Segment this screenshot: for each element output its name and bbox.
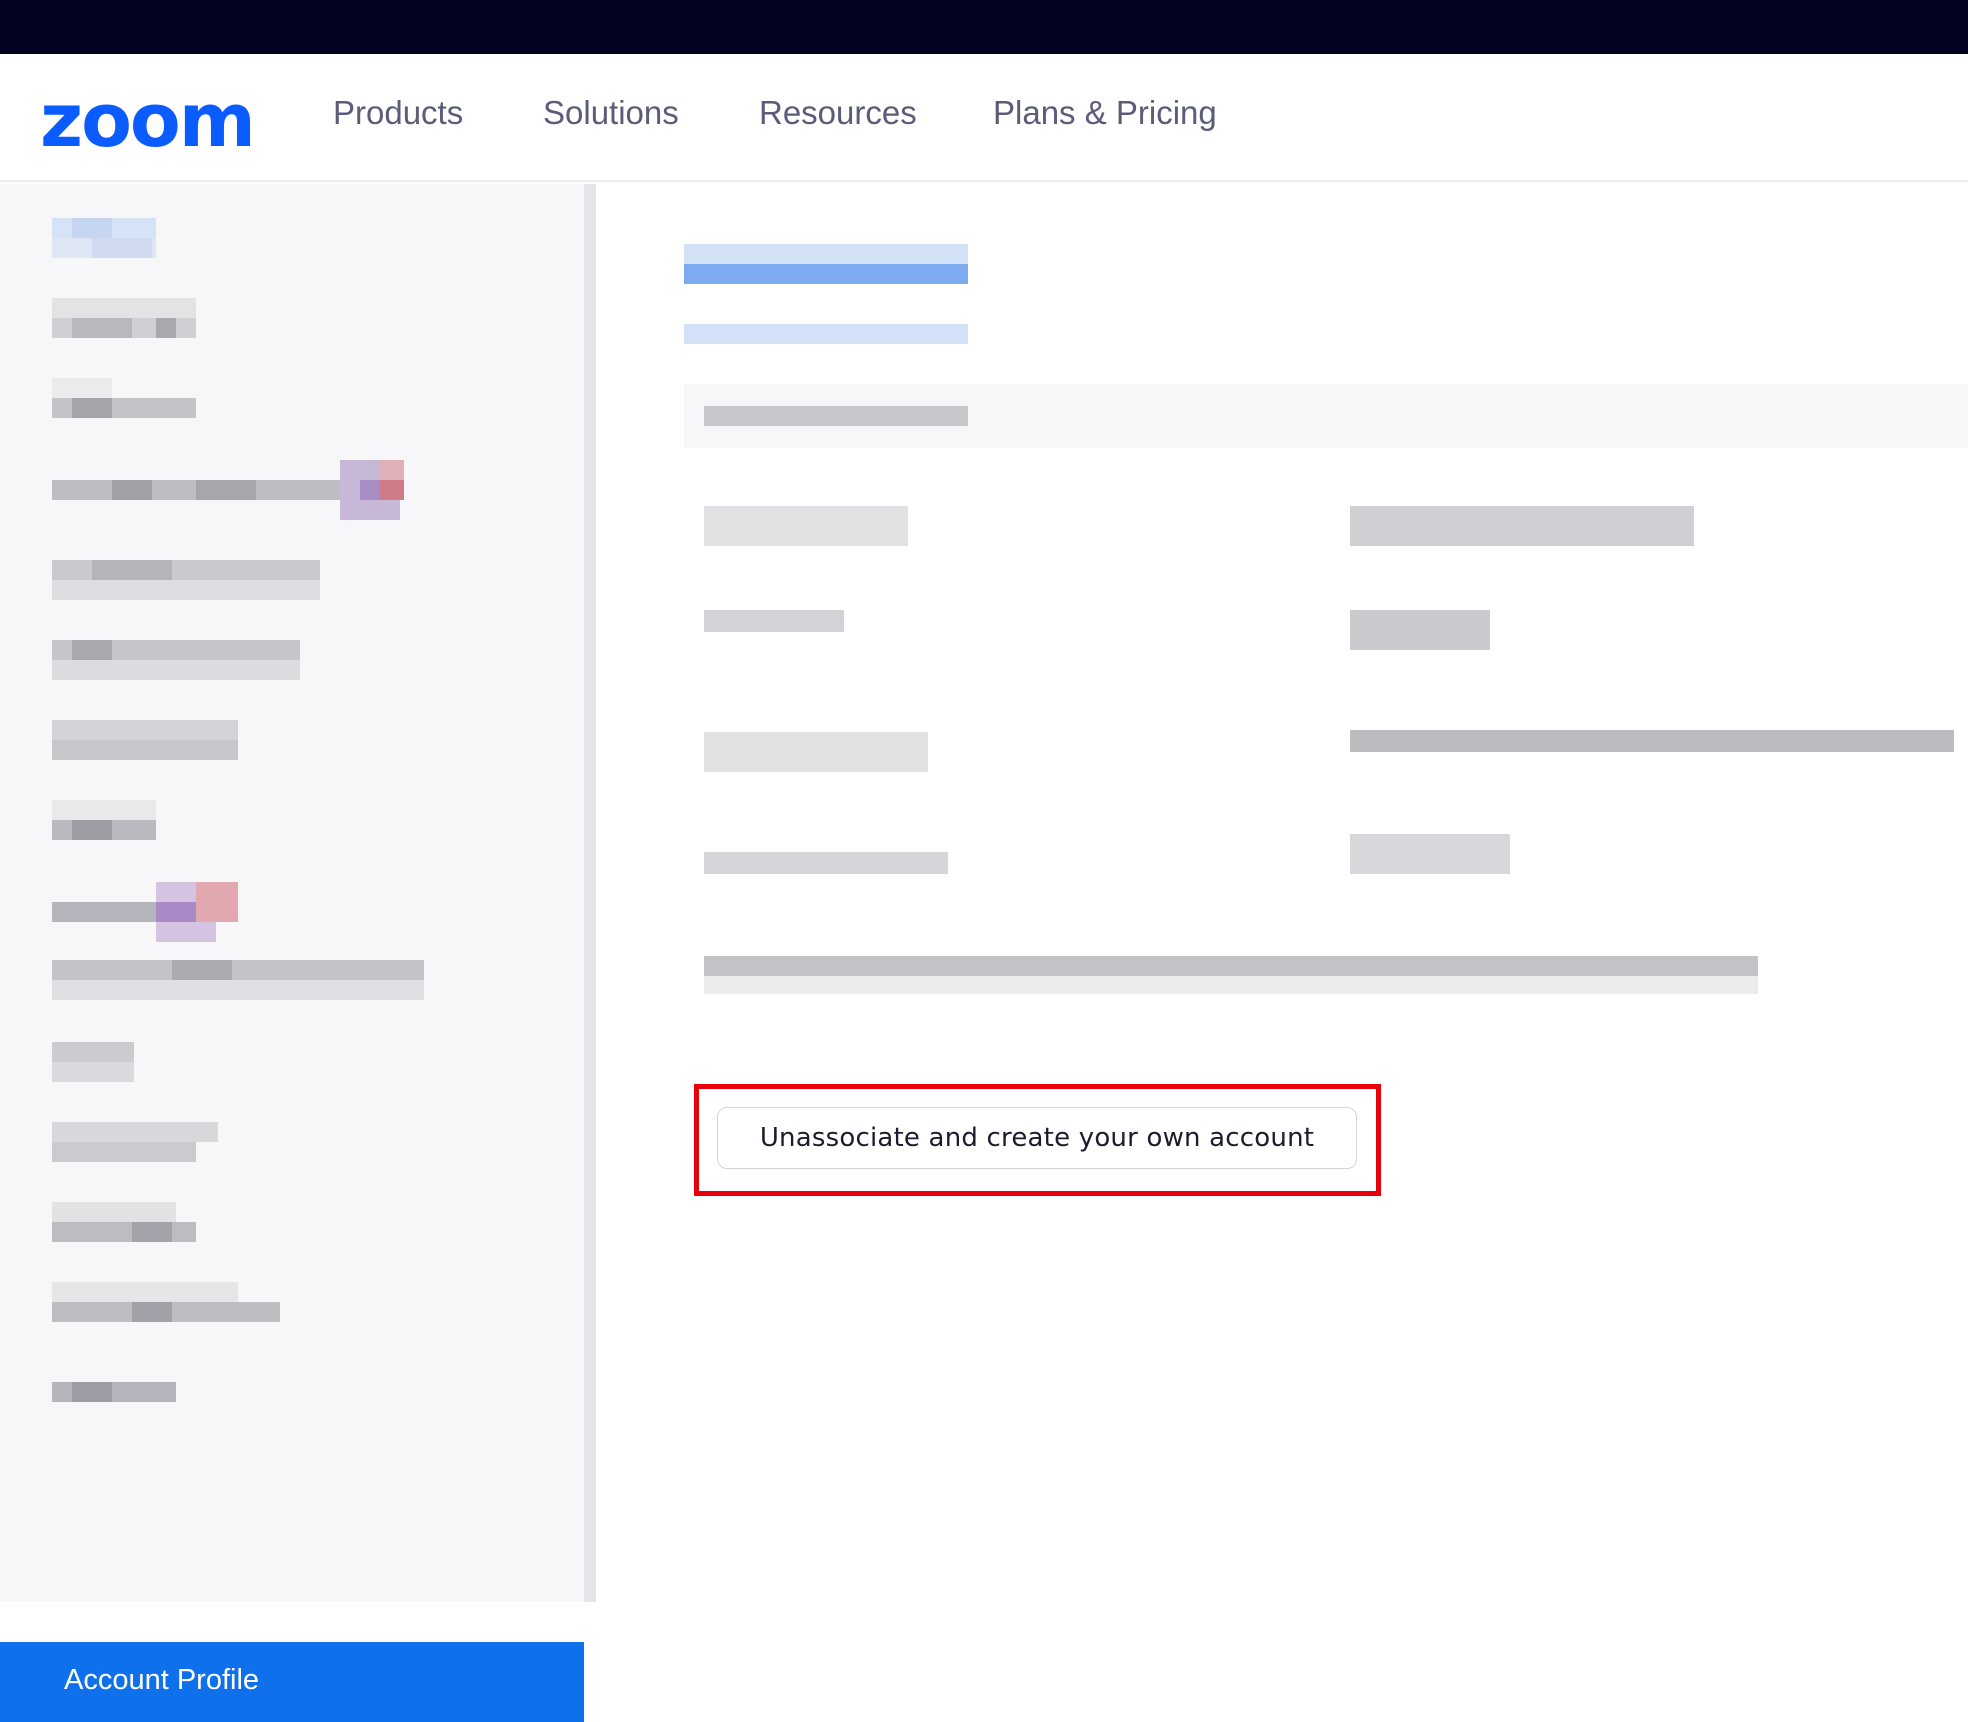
redacted-label bbox=[704, 506, 908, 546]
nav-solutions[interactable]: Solutions bbox=[543, 94, 679, 132]
redacted-text bbox=[704, 406, 968, 426]
sidebar-item-redacted[interactable] bbox=[52, 640, 300, 680]
main-content bbox=[596, 184, 1968, 1602]
redacted-value bbox=[1350, 610, 1490, 650]
redacted-description bbox=[704, 956, 1758, 978]
redacted-value bbox=[1350, 730, 1954, 752]
sidebar: Account Profile bbox=[0, 184, 584, 1722]
redacted-label bbox=[704, 852, 948, 874]
sidebar-item-redacted[interactable] bbox=[52, 882, 238, 942]
redacted-value bbox=[1350, 506, 1694, 546]
unassociate-create-account-button[interactable]: Unassociate and create your own account bbox=[717, 1107, 1357, 1169]
sidebar-item-redacted[interactable] bbox=[52, 1282, 280, 1322]
zoom-logo[interactable]: zoom bbox=[40, 84, 256, 158]
redacted-value bbox=[1350, 834, 1510, 874]
top-bar bbox=[0, 0, 1968, 54]
sidebar-item-redacted[interactable] bbox=[52, 1362, 176, 1402]
sidebar-item-redacted[interactable] bbox=[52, 960, 424, 1000]
sidebar-item-account-profile[interactable]: Account Profile bbox=[0, 1642, 584, 1722]
site-header: zoom Products Solutions Resources Plans … bbox=[0, 54, 1968, 182]
nav-plans-pricing[interactable]: Plans & Pricing bbox=[993, 94, 1217, 132]
sidebar-scrollbar[interactable] bbox=[584, 184, 596, 1602]
redacted-description bbox=[704, 976, 1758, 994]
nav-products[interactable]: Products bbox=[333, 94, 463, 132]
redacted-label bbox=[704, 732, 928, 772]
sidebar-item-redacted[interactable] bbox=[52, 218, 156, 258]
nav-resources[interactable]: Resources bbox=[759, 94, 917, 132]
sidebar-item-redacted[interactable] bbox=[52, 800, 156, 840]
sidebar-item-redacted[interactable] bbox=[52, 1042, 134, 1082]
redacted-link[interactable] bbox=[684, 324, 968, 344]
sidebar-item-redacted[interactable] bbox=[52, 460, 424, 520]
sidebar-item-redacted[interactable] bbox=[52, 560, 320, 600]
sidebar-item-label: Account Profile bbox=[64, 1664, 260, 1696]
redacted-title bbox=[684, 264, 968, 284]
sidebar-item-redacted[interactable] bbox=[52, 298, 196, 338]
sidebar-item-redacted[interactable] bbox=[52, 720, 238, 760]
sidebar-item-redacted[interactable] bbox=[52, 1202, 196, 1242]
redacted-label bbox=[704, 610, 844, 632]
sidebar-item-redacted[interactable] bbox=[52, 1122, 218, 1162]
sidebar-item-redacted[interactable] bbox=[52, 378, 196, 418]
